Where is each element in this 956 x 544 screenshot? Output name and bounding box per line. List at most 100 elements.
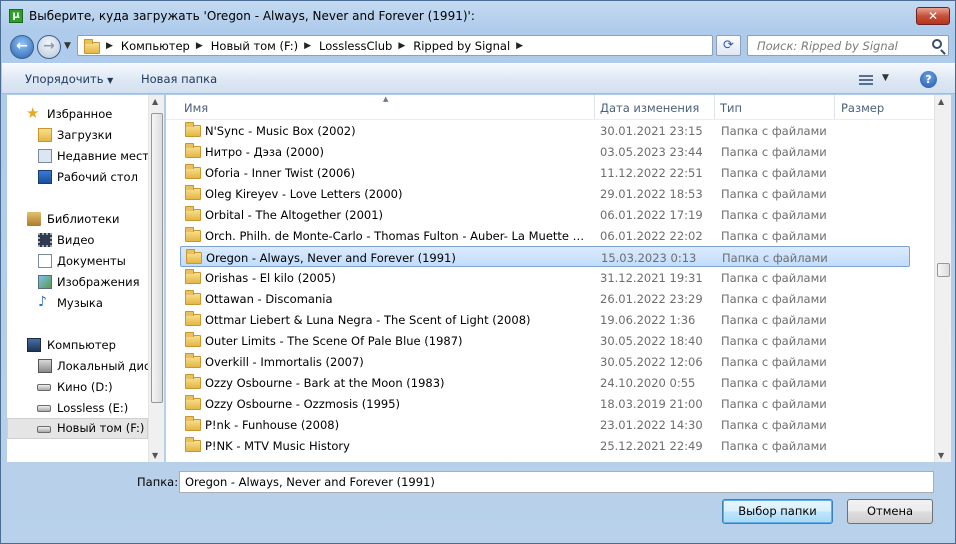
- organize-button[interactable]: Упорядочить ▼: [25, 72, 113, 86]
- nav-label: Загрузки: [57, 128, 113, 142]
- file-name: P!NK - MTV Music History: [205, 439, 350, 453]
- address-bar[interactable]: ▶ Компьютер ▶ Новый том (F:) ▶ LosslessC…: [77, 35, 783, 56]
- file-name: Нитро - Дэза (2000): [205, 145, 324, 159]
- breadcrumb-ripped-by-signal[interactable]: Ripped by Signal: [413, 39, 510, 53]
- video-icon: [38, 233, 52, 247]
- list-item[interactable]: Oregon - Always, Never and Forever (1991…: [180, 246, 910, 267]
- list-item[interactable]: Ottawan - Discomania 26.01.2022 23:29 Папк…: [180, 288, 910, 309]
- breadcrumb-arrow-icon[interactable]: ▶: [304, 41, 311, 51]
- nav-pictures[interactable]: Изображения: [7, 272, 148, 293]
- column-size[interactable]: Размер: [841, 101, 884, 115]
- breadcrumb-arrow-icon[interactable]: ▶: [516, 41, 523, 51]
- column-divider[interactable]: [594, 95, 595, 119]
- scroll-down-icon[interactable]: ▼: [938, 451, 944, 460]
- nav-music[interactable]: ♪ Музыка: [7, 293, 148, 314]
- star-icon: ★: [26, 104, 40, 122]
- pictures-icon: [38, 275, 52, 289]
- list-item[interactable]: Orbital - The Altogether (2001) 06.01.202…: [180, 204, 910, 225]
- cancel-button[interactable]: Отмена: [847, 499, 933, 524]
- file-type: Папка с файлами: [722, 251, 828, 265]
- view-dropdown-icon[interactable]: ▼: [882, 73, 889, 83]
- list-item[interactable]: Нитро - Дэза (2000) 03.05.2023 23:44 Папка…: [180, 141, 910, 162]
- nav-label: Рабочий стол: [57, 170, 138, 184]
- scroll-up-icon[interactable]: ▲: [938, 97, 944, 106]
- refresh-button[interactable]: ⟳: [716, 35, 741, 56]
- breadcrumb-computer[interactable]: Компьютер: [121, 39, 190, 53]
- folder-icon: [185, 185, 201, 200]
- folder-name-input[interactable]: Oregon - Always, Never and Forever (1991…: [179, 471, 934, 493]
- list-item[interactable]: P!nk - Funhouse (2008) 23.01.2022 14:30 Па…: [180, 414, 910, 435]
- back-button[interactable]: ←: [10, 35, 34, 59]
- view-options-icon[interactable]: [859, 75, 873, 85]
- file-date: 30.05.2022 18:40: [600, 334, 703, 348]
- list-item[interactable]: Ottmar Liebert & Luna Negra - The Scent …: [180, 309, 910, 330]
- app-icon: µ: [9, 9, 23, 23]
- folder-label: Папка:: [137, 475, 179, 489]
- nav-video[interactable]: Видео: [7, 230, 148, 251]
- breadcrumb-arrow-icon[interactable]: ▶: [196, 41, 203, 51]
- breadcrumb-drive[interactable]: Новый том (F:): [211, 39, 298, 53]
- list-item[interactable]: Orishas - El kilo (2005) 31.12.2021 19:31…: [180, 267, 910, 288]
- search-input[interactable]: Поиск: Ripped by Signal: [747, 35, 949, 56]
- nav-downloads[interactable]: Загрузки: [7, 125, 148, 146]
- column-divider[interactable]: [714, 95, 715, 119]
- list-item[interactable]: N'Sync - Music Box (2002) 30.01.2021 23:1…: [180, 120, 910, 141]
- scroll-down-icon[interactable]: ▼: [152, 451, 158, 460]
- file-name: Oforia - Inner Twist (2006): [205, 166, 356, 180]
- forward-button[interactable]: →: [37, 35, 61, 59]
- nav-favorites[interactable]: ★ Избранное: [7, 104, 148, 125]
- new-folder-button[interactable]: Новая папка: [141, 72, 217, 86]
- column-divider[interactable]: [834, 95, 835, 119]
- list-item[interactable]: Orch. Philh. de Monte-Carlo - Thomas Ful…: [180, 225, 910, 246]
- column-date[interactable]: Дата изменения: [600, 101, 699, 115]
- file-type: Папка с файлами: [721, 334, 827, 348]
- nav-local-disk[interactable]: Локальный диск: [7, 356, 148, 377]
- file-date: 25.12.2021 22:49: [600, 439, 703, 453]
- nav-documents[interactable]: Документы: [7, 251, 148, 272]
- nav-computer[interactable]: Компьютер: [7, 335, 148, 356]
- nav-desktop[interactable]: Рабочий стол: [7, 167, 148, 188]
- nav-drive-d[interactable]: Кино (D:): [7, 377, 148, 398]
- folder-icon: [185, 332, 201, 347]
- file-type: Папка с файлами: [721, 124, 827, 138]
- nav-label: Изображения: [57, 275, 140, 289]
- search-icon[interactable]: [932, 39, 942, 49]
- folder-icon: [185, 353, 201, 368]
- scroll-up-icon[interactable]: ▲: [152, 97, 158, 106]
- file-date: 18.03.2019 21:00: [600, 397, 703, 411]
- nav-libraries[interactable]: Библиотеки: [7, 209, 148, 230]
- scrollbar-thumb[interactable]: [937, 263, 950, 277]
- list-item[interactable]: Outer Limits - The Scene Of Pale Blue (1…: [180, 330, 910, 351]
- file-date: 19.06.2022 1:36: [600, 313, 696, 327]
- file-date: 15.03.2023 0:13: [601, 251, 697, 265]
- nav-drive-e[interactable]: Lossless (E:): [7, 398, 148, 419]
- file-type: Папка с файлами: [721, 145, 827, 159]
- list-item[interactable]: Overkill - Immortalis (2007) 30.05.2022 1…: [180, 351, 910, 372]
- nav-recent-places[interactable]: Недавние места: [7, 146, 148, 167]
- close-button[interactable]: ✕: [916, 7, 950, 25]
- column-type[interactable]: Тип: [720, 101, 742, 115]
- select-folder-button[interactable]: Выбор папки: [722, 499, 833, 524]
- drive-icon: [37, 384, 51, 391]
- file-type: Папка с файлами: [721, 271, 827, 285]
- scrollbar-thumb[interactable]: [151, 113, 163, 403]
- nav-scrollbar[interactable]: ▲ ▼: [148, 95, 164, 462]
- list-item[interactable]: P!NK - MTV Music History 25.12.2021 22:49…: [180, 435, 910, 456]
- breadcrumb-arrow-icon[interactable]: ▶: [398, 41, 405, 51]
- nav-drive-f[interactable]: Новый том (F:): [7, 418, 148, 439]
- file-date: 31.12.2021 19:31: [600, 271, 703, 285]
- list-item[interactable]: Ozzy Osbourne - Ozzmosis (1995) 18.03.201…: [180, 393, 910, 414]
- file-type: Папка с файлами: [721, 166, 827, 180]
- folder-icon: [185, 143, 201, 158]
- file-list-scrollbar[interactable]: ▲ ▼: [934, 95, 951, 462]
- list-item[interactable]: Oforia - Inner Twist (2006) 11.12.2022 22…: [180, 162, 910, 183]
- breadcrumb-losslessclub[interactable]: LosslessClub: [319, 39, 392, 53]
- help-icon[interactable]: ?: [920, 71, 937, 88]
- list-item[interactable]: Ozzy Osbourne - Bark at the Moon (1983) 2…: [180, 372, 910, 393]
- file-type: Папка с файлами: [721, 376, 827, 390]
- folder-icon: [185, 164, 201, 179]
- breadcrumb-arrow-icon[interactable]: ▶: [106, 41, 113, 51]
- column-name[interactable]: Имя: [184, 101, 208, 115]
- history-dropdown-icon[interactable]: ▼: [64, 41, 71, 51]
- list-item[interactable]: Oleg Kireyev - Love Letters (2000) 29.01.…: [180, 183, 910, 204]
